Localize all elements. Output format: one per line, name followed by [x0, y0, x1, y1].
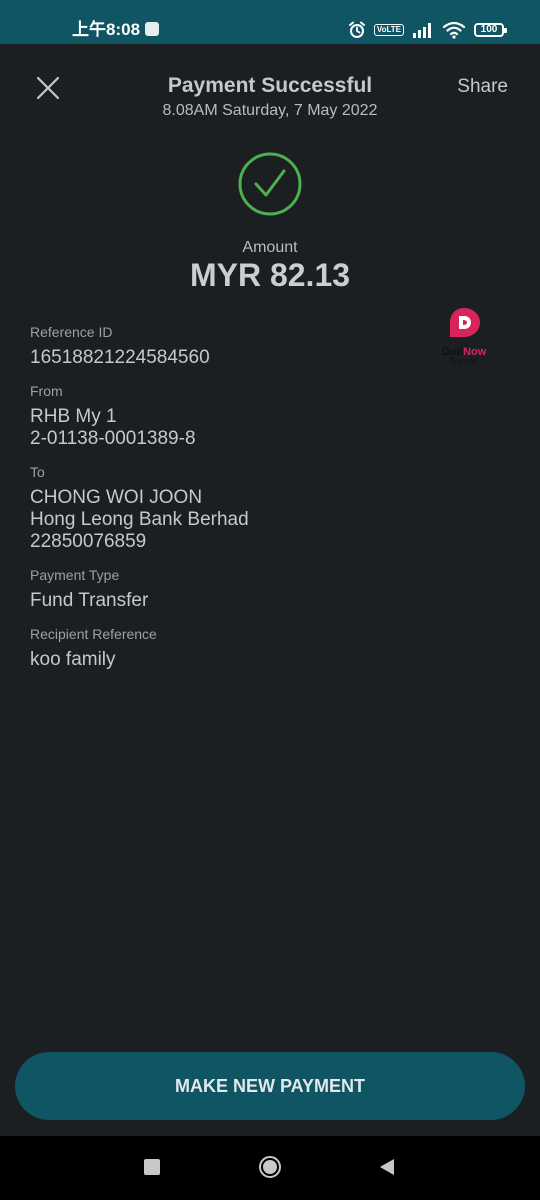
from-account-number: 2-01138-0001389-8 — [30, 428, 196, 449]
share-button[interactable]: Share — [457, 76, 508, 98]
recipient-reference-value: koo family — [30, 649, 116, 670]
success-check-icon — [238, 152, 302, 216]
duitnow-icon — [450, 308, 480, 337]
duitnow-subtitle: Transfer — [449, 357, 479, 366]
transaction-datetime: 8.08AM Saturday, 7 May 2022 — [162, 102, 378, 119]
to-bank-name: Hong Leong Bank Berhad — [30, 509, 249, 530]
from-account-name: RHB My 1 — [30, 406, 117, 427]
back-button[interactable] — [378, 1158, 396, 1176]
from-label: From — [30, 383, 63, 399]
recipient-reference-field: Recipient Reference koo family — [30, 624, 410, 671]
reference-id-label: Reference ID — [30, 324, 113, 340]
payment-type-label: Payment Type — [30, 567, 120, 583]
from-field: From RHB My 1 2-01138-0001389-8 — [30, 381, 410, 450]
payment-type-value: Fund Transfer — [30, 590, 149, 611]
battery-icon: 100 — [474, 23, 507, 37]
to-field: To CHONG WOI JOON Hong Leong Bank Berhad… — [30, 462, 410, 553]
recipient-reference-label: Recipient Reference — [30, 626, 157, 642]
navigation-bar — [0, 1136, 540, 1200]
signal-icon — [413, 23, 431, 38]
home-button[interactable] — [258, 1155, 282, 1179]
payment-type-field: Payment Type Fund Transfer — [30, 565, 410, 612]
status-icons: VoLTE 100 — [348, 21, 507, 39]
make-new-payment-button[interactable]: MAKE NEW PAYMENT — [15, 1052, 525, 1120]
status-bar: 上午8:08 VoLTE 100 — [0, 0, 540, 44]
to-account-number: 22850076859 — [30, 531, 147, 552]
transaction-details: Reference ID 16518821224584560 From RHB … — [30, 322, 410, 683]
reference-id-field: Reference ID 16518821224584560 — [30, 322, 410, 369]
alarm-icon — [348, 21, 365, 38]
wifi-icon — [442, 21, 466, 39]
to-recipient-name: CHONG WOI JOON — [30, 487, 203, 508]
recent-apps-button[interactable] — [144, 1159, 160, 1175]
duitnow-logo: DuitNow Transfer — [432, 306, 496, 368]
volte-icon: VoLTE — [373, 24, 404, 36]
amount-value: MYR 82.13 — [189, 257, 351, 293]
reference-id-value: 16518821224584560 — [30, 347, 210, 368]
notification-app-icon — [145, 22, 159, 36]
status-time: 上午8:08 — [72, 20, 141, 39]
to-label: To — [30, 464, 45, 480]
amount-label: Amount — [242, 239, 298, 256]
